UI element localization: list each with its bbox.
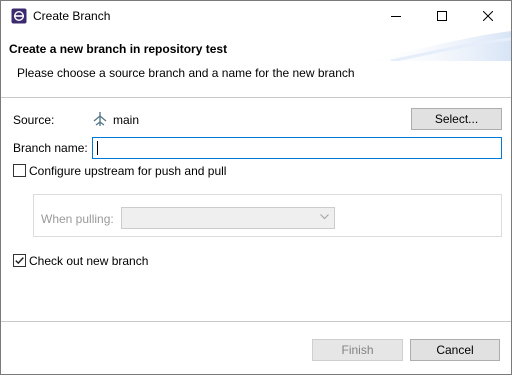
wizard-title: Create a new branch in repository test [9, 42, 228, 56]
cancel-button[interactable]: Cancel [410, 339, 500, 361]
select-source-button[interactable]: Select... [411, 108, 502, 130]
header-separator [1, 97, 511, 98]
branch-icon [93, 112, 107, 126]
chevron-down-icon [320, 214, 329, 220]
header-decoration [361, 31, 511, 61]
window-title: Create Branch [33, 9, 111, 23]
close-button[interactable] [465, 1, 511, 31]
text-caret [97, 141, 98, 155]
minimize-icon [391, 16, 401, 17]
footer-separator [1, 321, 511, 322]
checkout-branch-checkbox[interactable] [13, 254, 26, 267]
minimize-button[interactable] [373, 1, 419, 31]
maximize-icon [437, 11, 447, 21]
maximize-button[interactable] [419, 1, 465, 31]
when-pulling-label: When pulling: [41, 212, 114, 226]
title-bar: Create Branch [1, 1, 511, 31]
eclipse-icon [11, 8, 27, 24]
branch-name-label: Branch name: [13, 141, 88, 155]
configure-upstream-label: Configure upstream for push and pull [29, 164, 227, 178]
finish-button[interactable]: Finish [312, 339, 403, 361]
wizard-description: Please choose a source branch and a name… [17, 66, 355, 80]
create-branch-dialog: Create Branch Create a new branch in rep… [0, 0, 512, 375]
checkmark-icon [15, 257, 24, 265]
checkout-branch-label: Check out new branch [29, 254, 149, 268]
close-icon [483, 11, 493, 21]
wizard-header: Create a new branch in repository test P… [1, 31, 511, 88]
when-pulling-select[interactable] [121, 207, 335, 229]
source-label: Source: [13, 113, 55, 127]
branch-name-input[interactable] [92, 137, 502, 159]
source-value: main [113, 113, 140, 127]
configure-upstream-checkbox[interactable] [13, 164, 26, 177]
